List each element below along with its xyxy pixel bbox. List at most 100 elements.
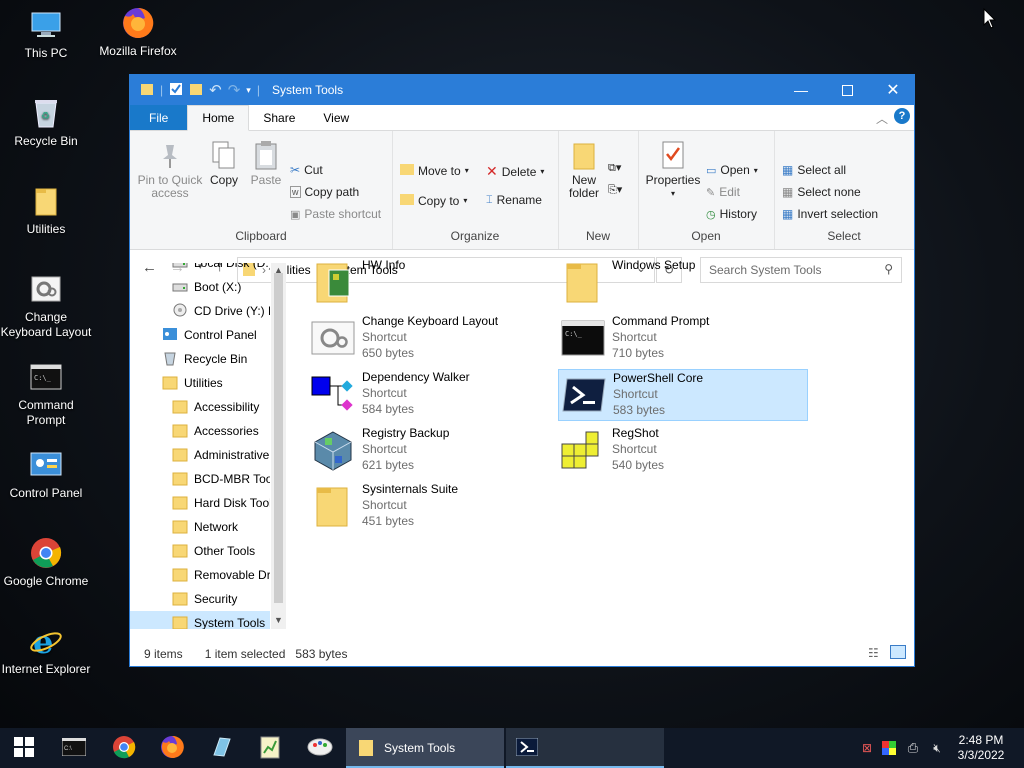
delete-button[interactable]: ✕ Delete ▾: [486, 163, 544, 180]
taskbar-powershell[interactable]: [506, 728, 664, 768]
file-item[interactable]: C:\_ Command Prompt Shortcut 710 bytes: [558, 313, 808, 365]
desktop-icon-internet-explorer[interactable]: e Internet Explorer: [0, 624, 92, 677]
quick-access-toolbar: | ↶ ↷ ▾ |: [140, 81, 260, 99]
help-icon[interactable]: ?: [894, 108, 910, 124]
tab-home[interactable]: Home: [187, 105, 250, 131]
invert-selection-button[interactable]: ▦ Invert selection: [782, 207, 878, 221]
ribbon-tabs: File Home Share View ︿ ?: [130, 105, 914, 131]
file-name: Sysinternals Suite: [362, 482, 459, 496]
select-all-button[interactable]: ▦ Select all: [782, 163, 846, 177]
start-button[interactable]: [0, 728, 48, 768]
nav-item[interactable]: Control Panel: [130, 323, 270, 347]
file-name: Windows Setup: [612, 258, 696, 272]
paste-icon: [251, 139, 281, 171]
nav-item[interactable]: CD Drive (Y:) H: [130, 299, 270, 323]
desktop-icon-change-keyboard-layout[interactable]: Change Keyboard Layout: [0, 272, 92, 340]
open-button[interactable]: ▭ Open ▾: [706, 163, 758, 177]
nav-scrollbar[interactable]: ▲ ▼: [271, 263, 286, 629]
clock[interactable]: 2:48 PM 3/3/2022: [950, 728, 1012, 768]
nav-item[interactable]: Boot (X:): [130, 275, 270, 299]
tab-share[interactable]: Share: [249, 105, 309, 130]
tray-network-icon[interactable]: ⊠: [856, 728, 878, 768]
maximize-button[interactable]: [824, 75, 870, 105]
desktop-icon-command-prompt[interactable]: C:\_ Command Prompt: [0, 360, 92, 428]
taskbar-chrome[interactable]: [100, 728, 148, 768]
redo-icon[interactable]: ↷: [228, 81, 241, 99]
file-item[interactable]: Registry Backup Shortcut 621 bytes: [308, 425, 558, 477]
move-to-button[interactable]: Move to ▾: [400, 163, 469, 178]
taskbar-app-2[interactable]: [246, 728, 294, 768]
paste-shortcut-button[interactable]: ▣ Paste shortcut: [290, 207, 381, 221]
nav-item[interactable]: Recycle Bin: [130, 347, 270, 371]
copy-to-button[interactable]: Copy to ▾: [400, 193, 467, 208]
folder-icon: [358, 737, 374, 760]
folder-icon: [172, 494, 188, 513]
edit-icon: ✎: [706, 186, 716, 199]
nav-item-label: Removable Driv: [194, 568, 270, 582]
rename-button[interactable]: ⌶ Rename: [486, 193, 542, 207]
nav-item[interactable]: Administrative: [130, 443, 270, 467]
taskbar-explorer-label: System Tools: [384, 741, 456, 755]
details-view-icon[interactable]: ☷: [868, 646, 879, 660]
desktop-icon-control-panel[interactable]: Control Panel: [0, 448, 92, 501]
copy-button[interactable]: Copy: [206, 139, 242, 187]
file-item[interactable]: Dependency Walker Shortcut 584 bytes: [308, 369, 558, 421]
keyboard-settings-icon: [29, 272, 63, 306]
file-item[interactable]: RegShot Shortcut 540 bytes: [558, 425, 808, 477]
scroll-thumb[interactable]: [274, 273, 283, 603]
taskbar-app-3[interactable]: [296, 728, 344, 768]
tray-usb-icon[interactable]: ⎙: [902, 728, 924, 768]
close-button[interactable]: ✕: [870, 75, 916, 105]
easy-access-button[interactable]: ⎘▾: [608, 183, 622, 197]
cut-button[interactable]: ✂ Cut: [290, 163, 323, 177]
desktop-icon-this-pc[interactable]: This PC: [0, 8, 92, 61]
paste-button[interactable]: Paste: [246, 139, 286, 187]
new-folder-button[interactable]: New folder: [562, 139, 606, 200]
edit-button[interactable]: ✎ Edit: [706, 185, 740, 199]
select-none-button[interactable]: ▦ Select none: [782, 185, 861, 199]
properties-button[interactable]: Properties ▾: [642, 139, 704, 200]
tray-color-icon[interactable]: [878, 728, 900, 768]
file-item[interactable]: Windows Setup: [558, 257, 808, 309]
file-item[interactable]: Sysinternals Suite Shortcut 451 bytes: [308, 481, 558, 533]
new-item-button[interactable]: ⧉▾: [608, 161, 621, 175]
nav-item[interactable]: Security: [130, 587, 270, 611]
status-bar: 9 items 1 item selected 583 bytes ☷: [130, 642, 914, 666]
nav-item[interactable]: Other Tools: [130, 539, 270, 563]
scroll-down-icon[interactable]: ▼: [274, 615, 283, 625]
desktop-icon-firefox[interactable]: Mozilla Firefox: [92, 6, 184, 59]
svg-text:C:\_: C:\_: [565, 330, 583, 338]
taskbar-firefox[interactable]: [148, 728, 196, 768]
nav-item[interactable]: Network: [130, 515, 270, 539]
nav-item[interactable]: BCD-MBR Tool: [130, 467, 270, 491]
nav-item[interactable]: Accessibility: [130, 395, 270, 419]
nav-item[interactable]: Hard Disk Tools: [130, 491, 270, 515]
tab-file[interactable]: File: [130, 105, 188, 130]
large-icons-view-icon[interactable]: [890, 645, 906, 659]
nav-item[interactable]: Accessories: [130, 419, 270, 443]
tab-view[interactable]: View: [309, 105, 363, 130]
desktop-icon-utilities[interactable]: Utilities: [0, 184, 92, 237]
taskbar-explorer-system-tools[interactable]: System Tools: [346, 728, 504, 768]
file-item[interactable]: Change Keyboard Layout Shortcut 650 bytes: [308, 313, 558, 365]
taskbar-command-prompt[interactable]: C:\: [50, 728, 98, 768]
file-item[interactable]: PowerShell Core Shortcut 583 bytes: [558, 369, 808, 421]
copy-path-button[interactable]: w Copy path: [290, 185, 359, 199]
new-folder-quick-icon[interactable]: [189, 82, 203, 99]
nav-item[interactable]: Local Disk (D:): [130, 263, 270, 275]
pin-to-quick-access-button[interactable]: Pin to Quick access: [136, 139, 204, 200]
minimize-button[interactable]: —: [778, 75, 824, 105]
nav-item[interactable]: Utilities: [130, 371, 270, 395]
tray-volume-muted-icon[interactable]: 🔇︎: [926, 728, 948, 768]
desktop-icon-recycle-bin[interactable]: ♻ Recycle Bin: [0, 96, 92, 149]
file-item[interactable]: HW Info: [308, 257, 558, 309]
properties-quick-icon[interactable]: [169, 82, 183, 99]
history-button[interactable]: ◷ History: [706, 207, 757, 221]
nav-item[interactable]: System Tools: [130, 611, 270, 629]
customize-quick-access-icon[interactable]: ▾: [246, 85, 251, 96]
taskbar-app-1[interactable]: [198, 728, 246, 768]
collapse-ribbon-icon[interactable]: ︿: [876, 110, 888, 127]
nav-item[interactable]: Removable Driv: [130, 563, 270, 587]
undo-icon[interactable]: ↶: [209, 81, 222, 99]
desktop-icon-google-chrome[interactable]: Google Chrome: [0, 536, 92, 589]
